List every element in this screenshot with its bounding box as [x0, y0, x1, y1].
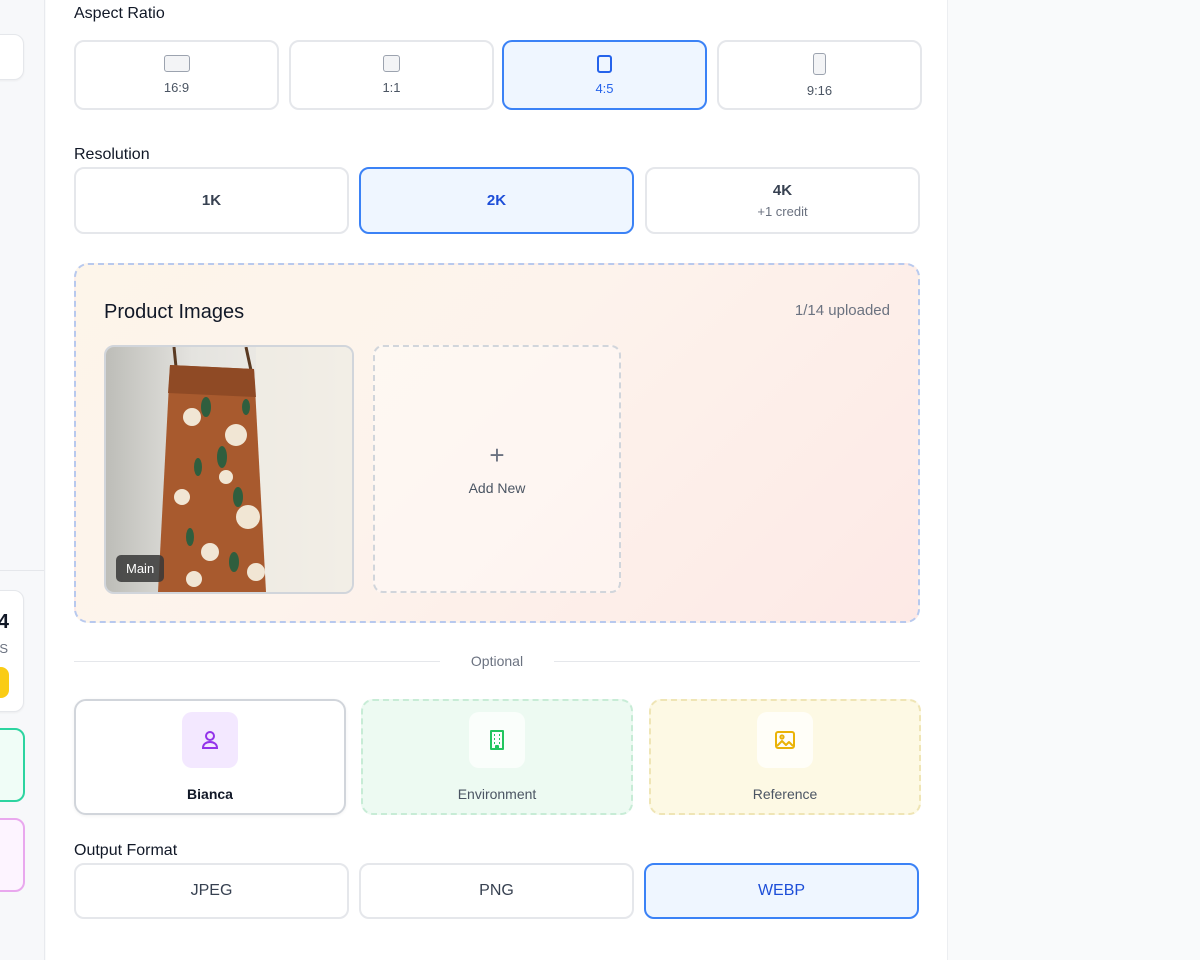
- image-icon: [757, 712, 813, 768]
- resolution-option-4k[interactable]: 4K +1 credit: [645, 167, 920, 234]
- sidebar-card[interactable]: [0, 34, 24, 80]
- format-option-jpeg[interactable]: JPEG: [74, 863, 349, 919]
- output-format-label: Output Format: [74, 842, 178, 859]
- user-icon: [182, 712, 238, 768]
- resolution-label: Resolution: [74, 146, 150, 163]
- tall-ratio-icon: [813, 52, 826, 75]
- format-option-webp[interactable]: WEBP: [644, 863, 919, 919]
- aspect-option-label: 16:9: [163, 80, 190, 95]
- format-option-png[interactable]: PNG: [359, 863, 634, 919]
- format-option-label: PNG: [479, 882, 514, 899]
- add-new-image-button[interactable]: + Add New: [373, 345, 621, 593]
- divider-line: [554, 661, 920, 662]
- aspect-option-label: 1:1: [382, 80, 401, 95]
- settings-panel: Aspect Ratio 16:9 1:1 4:5 9:16 Resolutio…: [46, 0, 948, 960]
- add-new-label: Add New: [468, 480, 526, 496]
- resolution-option-label: 1K: [201, 192, 222, 209]
- sidebar-divider: [0, 570, 44, 571]
- reference-card-label: Reference: [752, 786, 818, 802]
- aspect-option-16-9[interactable]: 16:9: [74, 40, 279, 110]
- format-option-label: JPEG: [190, 882, 233, 899]
- model-card[interactable]: Bianca: [74, 699, 346, 815]
- building-icon: [469, 712, 525, 768]
- aspect-option-9-16[interactable]: 9:16: [717, 40, 922, 110]
- environment-card-label: Environment: [457, 786, 537, 802]
- aspect-option-label: 9:16: [806, 82, 833, 98]
- optional-divider: Optional: [74, 653, 920, 669]
- reference-card[interactable]: Reference: [649, 699, 921, 815]
- plus-icon: +: [489, 440, 505, 470]
- aspect-option-1-1[interactable]: 1:1: [289, 40, 494, 110]
- sidebar-card-green[interactable]: [0, 728, 25, 802]
- environment-card[interactable]: Environment: [361, 699, 633, 815]
- format-option-label: WEBP: [757, 882, 806, 899]
- square-ratio-icon: [383, 55, 400, 72]
- model-card-label: Bianca: [187, 786, 233, 802]
- aspect-option-label: 4:5: [595, 80, 614, 96]
- product-images-title: Product Images: [104, 301, 245, 323]
- main-image-tag: Main: [116, 555, 165, 582]
- sidebar-card-pink[interactable]: [0, 818, 25, 892]
- aspect-option-4-5[interactable]: 4:5: [502, 40, 707, 110]
- sidebar-stat-number: 4: [0, 611, 9, 634]
- landscape-ratio-icon: [163, 55, 190, 72]
- resolution-option-1k[interactable]: 1K: [74, 167, 349, 234]
- resolution-option-label: 4K: [772, 182, 793, 199]
- resolution-option-2k[interactable]: 2K: [359, 167, 634, 234]
- left-sidebar: 4 S: [0, 0, 45, 960]
- sidebar-badge[interactable]: [0, 667, 9, 698]
- product-images-dropzone[interactable]: Product Images 1/14 uploaded Main + Add …: [74, 263, 920, 623]
- upload-count: 1/14 uploaded: [794, 302, 890, 319]
- aspect-ratio-label: Aspect Ratio: [74, 5, 165, 22]
- product-image-thumbnail[interactable]: Main: [104, 345, 354, 594]
- sidebar-stat-sub: S: [0, 641, 8, 656]
- resolution-option-label: 2K: [486, 192, 507, 209]
- resolution-credit-note: +1 credit: [757, 204, 808, 219]
- portrait-ratio-icon: [597, 54, 612, 73]
- sidebar-stat-card: 4 S: [0, 590, 24, 712]
